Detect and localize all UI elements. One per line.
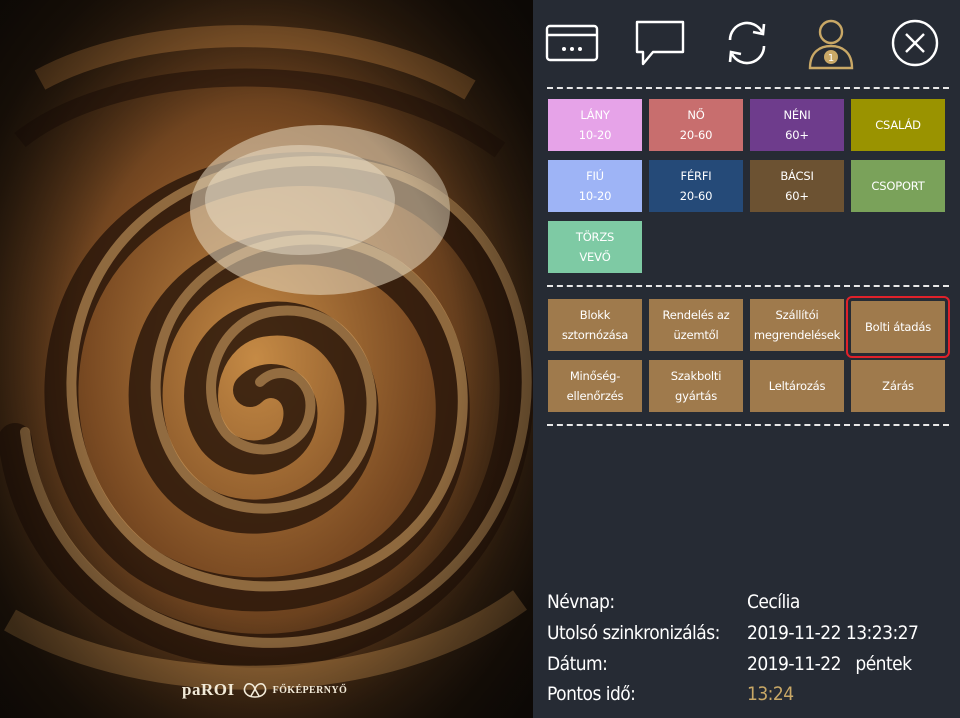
customer-tile[interactable]: NŐ 20-60 — [649, 99, 743, 151]
function-tile[interactable]: Rendelés az üzemtől — [649, 299, 743, 351]
chat-icon — [635, 20, 685, 66]
function-tile[interactable]: Szakbolti gyártás — [649, 360, 743, 412]
sync-icon — [728, 21, 766, 65]
function-tile[interactable]: Szállítói megrendelések — [750, 299, 844, 351]
divider-middle — [547, 285, 949, 287]
nameday-label: Névnap: — [547, 591, 615, 613]
user-badge: 1 — [828, 53, 834, 64]
brand-logo: paROI FŐKÉPERNYŐ — [182, 680, 347, 700]
function-tile[interactable]: Leltározás — [750, 360, 844, 412]
hero-image-panel: paROI FŐKÉPERNYŐ — [0, 0, 533, 718]
weekday: péntek — [855, 653, 912, 675]
date-label: Dátum: — [547, 653, 608, 675]
sync-button[interactable] — [718, 14, 776, 72]
customer-tile[interactable]: CSALÁD — [851, 99, 945, 151]
user-button[interactable]: 1 — [802, 14, 860, 72]
brand-name: paROI — [182, 680, 235, 699]
close-button[interactable] — [886, 14, 944, 72]
date-value: 2019-11-22 péntek — [747, 653, 912, 675]
sync-value: 2019-11-22 13:23:27 — [747, 622, 919, 644]
customer-tile[interactable]: CSOPORT — [851, 160, 945, 212]
cinnamon-roll-image — [0, 0, 533, 718]
function-tile-selected[interactable]: Bolti átadás — [846, 296, 950, 358]
control-panel: 1 LÁNY 10-20 NŐ 20-60 NÉNI 60+ CSALÁD FIÚ 10… — [533, 0, 960, 718]
chat-button[interactable] — [631, 14, 689, 72]
function-tile[interactable]: Zárás — [851, 360, 945, 412]
customer-tile[interactable]: TÖRZS VEVŐ — [548, 221, 642, 273]
date: 2019-11-22 — [747, 653, 842, 675]
user-icon: 1 — [808, 19, 854, 70]
customer-tile[interactable]: BÁCSI 60+ — [750, 160, 844, 212]
close-icon — [891, 19, 939, 67]
customer-tile[interactable]: FIÚ 10-20 — [548, 160, 642, 212]
screen-name: FŐKÉPERNYŐ — [272, 684, 348, 696]
customer-tile[interactable]: FÉRFI 20-60 — [649, 160, 743, 212]
time-value: 13:24 — [747, 683, 794, 705]
time-label: Pontos idő: — [547, 683, 636, 705]
nameday-value: Cecília — [747, 591, 800, 613]
divider-top — [547, 87, 949, 89]
customer-tile[interactable]: LÁNY 10-20 — [548, 99, 642, 151]
function-tile[interactable]: Blokk sztornózása — [548, 299, 642, 351]
divider-bottom — [547, 424, 949, 426]
sync-label: Utolsó szinkronizálás: — [547, 622, 720, 644]
customer-tile[interactable]: NÉNI 60+ — [750, 99, 844, 151]
function-tile[interactable]: Minőség-ellenőrzés — [548, 360, 642, 412]
card-icon — [545, 24, 599, 62]
card-button[interactable] — [543, 14, 601, 72]
pretzel-icon — [243, 683, 266, 698]
